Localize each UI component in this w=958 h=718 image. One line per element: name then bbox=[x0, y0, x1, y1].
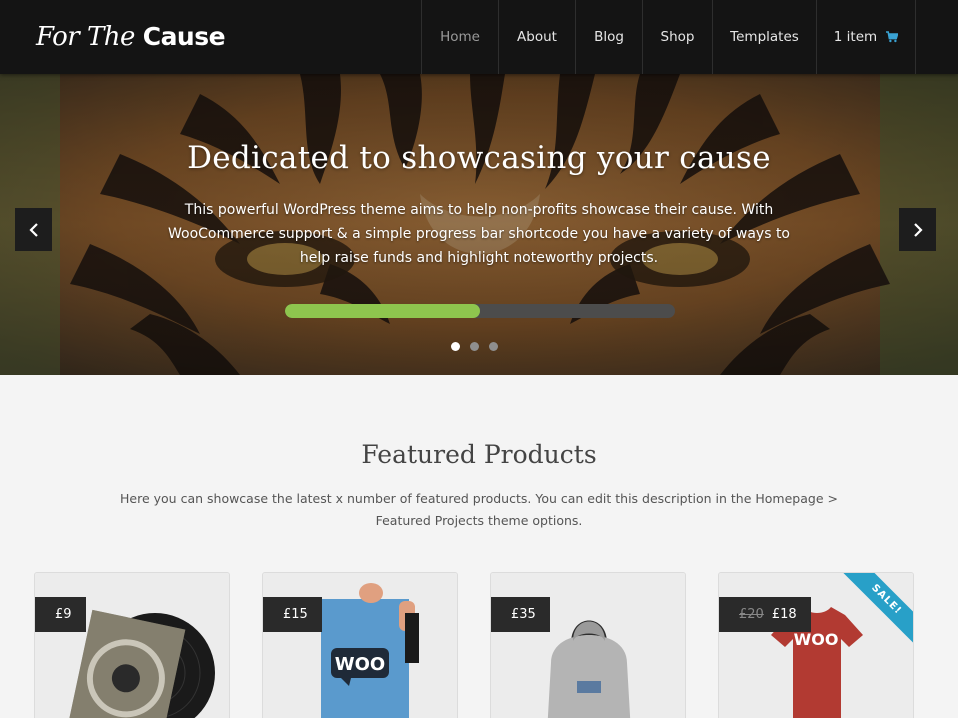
progress-fill bbox=[285, 304, 480, 318]
product-price: £9 bbox=[55, 607, 72, 622]
logo-text-light: For The bbox=[36, 22, 135, 52]
nav-item-templates[interactable]: Templates bbox=[713, 0, 817, 74]
shopping-cart-icon bbox=[886, 31, 899, 43]
slider-next-button[interactable] bbox=[899, 208, 936, 251]
product-price: £35 bbox=[511, 607, 536, 622]
slider-prev-button[interactable] bbox=[15, 208, 52, 251]
vinyl-record-image bbox=[35, 573, 229, 718]
nav-item-about[interactable]: About bbox=[499, 0, 576, 74]
main-nav: Home About Blog Shop Templates 1 item bbox=[421, 0, 916, 74]
svg-text:WOO: WOO bbox=[335, 654, 385, 675]
product-card[interactable]: WOO £20 £18 SALE! bbox=[718, 572, 914, 718]
slider-dot[interactable] bbox=[451, 342, 460, 351]
slider-dot[interactable] bbox=[470, 342, 479, 351]
site-header: For The Cause Home About Blog Shop Templ… bbox=[0, 0, 958, 74]
fundraising-progress-bar bbox=[285, 304, 675, 318]
nav-cart[interactable]: 1 item bbox=[817, 0, 916, 74]
nav-item-blog[interactable]: Blog bbox=[576, 0, 643, 74]
price-tag: £15 bbox=[263, 597, 322, 632]
price-tag: £35 bbox=[491, 597, 550, 632]
product-card[interactable]: WOO £15 bbox=[262, 572, 458, 718]
chevron-left-icon bbox=[28, 222, 38, 237]
product-price: £15 bbox=[283, 607, 308, 622]
product-card[interactable]: £9 bbox=[34, 572, 230, 718]
featured-description: Here you can showcase the latest x numbe… bbox=[120, 491, 838, 528]
nav-item-home[interactable]: Home bbox=[422, 0, 499, 74]
hero-slider: Dedicated to showcasing your cause This … bbox=[0, 74, 958, 375]
hero-title: Dedicated to showcasing your cause bbox=[187, 140, 771, 176]
site-logo[interactable]: For The Cause bbox=[36, 22, 226, 52]
price-tag: £20 £18 bbox=[719, 597, 811, 632]
price-tag: £9 bbox=[35, 597, 86, 632]
chevron-right-icon bbox=[913, 222, 923, 237]
product-price: £18 bbox=[771, 607, 797, 622]
nav-item-shop[interactable]: Shop bbox=[643, 0, 713, 74]
product-old-price: £20 bbox=[739, 607, 764, 622]
slider-dots bbox=[451, 342, 498, 351]
product-card[interactable]: £35 bbox=[490, 572, 686, 718]
slider-dot[interactable] bbox=[489, 342, 498, 351]
cart-label: 1 item bbox=[833, 29, 878, 45]
grey-hoodie-image bbox=[491, 573, 685, 718]
svg-text:WOO: WOO bbox=[794, 630, 839, 649]
logo-text-bold: Cause bbox=[142, 22, 226, 51]
woo-poster-image: WOO bbox=[263, 573, 457, 718]
hero-text: This powerful WordPress theme aims to he… bbox=[167, 202, 790, 266]
featured-title: Featured Products bbox=[361, 440, 597, 469]
